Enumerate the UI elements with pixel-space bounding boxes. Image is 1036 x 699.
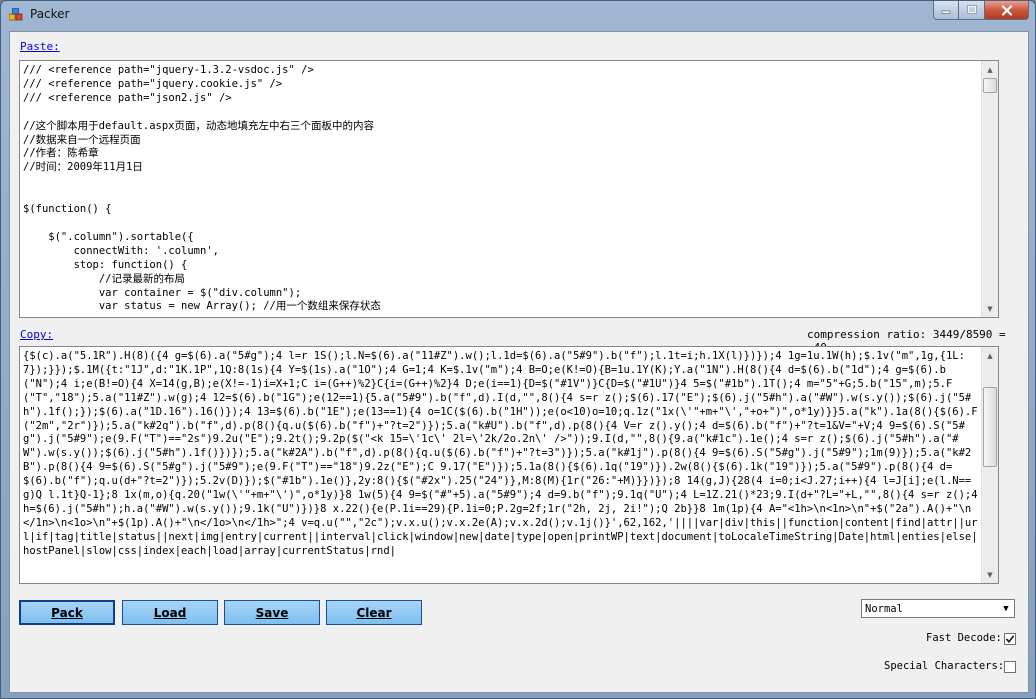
minimize-button[interactable]: [933, 1, 959, 20]
source-scrollbar[interactable]: ▲ ▼: [981, 61, 998, 317]
source-scroll-thumb[interactable]: [983, 78, 997, 93]
copy-link[interactable]: Copy:: [20, 328, 53, 341]
packed-code-text: {$(c).a("5.1R").H(8)({4 g=$(6).a("5#g");…: [23, 350, 978, 557]
code-line: //作者：陈希章: [23, 147, 99, 160]
scroll-up-icon[interactable]: ▲: [982, 347, 998, 364]
clear-button[interactable]: Clear: [326, 600, 422, 625]
source-textbox[interactable]: /// <reference path="jquery-1.3.2-vsdoc.…: [19, 60, 999, 318]
load-button[interactable]: Load: [122, 600, 218, 625]
check-icon: [1005, 635, 1015, 644]
source-code-text: /// <reference path="jquery-1.3.2-vsdoc.…: [23, 64, 978, 314]
close-button[interactable]: [985, 1, 1029, 20]
maximize-button[interactable]: [959, 1, 985, 20]
scroll-down-icon[interactable]: ▼: [982, 566, 998, 583]
title-bar[interactable]: Packer: [1, 1, 1035, 27]
code-line: $(function() {: [23, 203, 112, 216]
code-line: connectWith: '.column',: [23, 244, 219, 257]
output-scrollbar[interactable]: ▲ ▼: [981, 347, 998, 583]
special-characters-label: Special Characters:: [884, 660, 1005, 672]
caption-buttons: [933, 1, 1029, 20]
pack-button[interactable]: Pack: [19, 600, 115, 625]
paste-link[interactable]: Paste:: [20, 40, 60, 53]
code-line: //这个脚本用于default.aspx页面，动态地填充左中右三个面板中的内容: [23, 119, 375, 132]
fast-decode-checkbox[interactable]: [1004, 633, 1016, 645]
save-button[interactable]: Save: [224, 600, 320, 625]
code-line: /// <reference path="json2.js" />: [23, 91, 232, 104]
code-line: stop: function() {: [23, 258, 188, 271]
code-line: //时间：2009年11月1日: [23, 161, 143, 174]
scroll-up-icon[interactable]: ▲: [982, 61, 998, 78]
scroll-down-icon[interactable]: ▼: [982, 300, 998, 317]
app-icon: [9, 8, 23, 21]
output-scroll-thumb[interactable]: [983, 387, 997, 467]
code-line: //数据来自一个远程页面: [23, 133, 141, 146]
minimize-icon: [941, 10, 951, 14]
code-line: var status = new Array(); //用一个数组来保存状态: [23, 300, 381, 313]
app-window: Packer Paste: /// <reference path="jquer…: [0, 0, 1036, 699]
code-line: var container = $("div.column");: [23, 286, 302, 299]
close-icon: [1001, 4, 1012, 16]
output-textbox[interactable]: {$(c).a("5.1R").H(8)({4 g=$(6).a("5#g");…: [19, 346, 999, 584]
maximize-icon: [966, 5, 977, 14]
code-line: //记录最新的布局: [23, 272, 186, 285]
special-characters-checkbox[interactable]: [1004, 661, 1016, 673]
client-area: Paste: /// <reference path="jquery-1.3.2…: [9, 31, 1029, 693]
code-line: $(".column").sortable({: [23, 230, 194, 243]
code-line: /// <reference path="jquery-1.3.2-vsdoc.…: [23, 64, 314, 76]
chevron-down-icon[interactable]: ▼: [998, 600, 1014, 617]
window-title: Packer: [30, 7, 70, 21]
fast-decode-label: Fast Decode:: [926, 632, 1002, 644]
encoding-select[interactable]: Normal ▼: [861, 599, 1015, 618]
encoding-selected-value: Normal: [865, 602, 903, 615]
code-line: /// <reference path="jquery.cookie.js" /…: [23, 77, 283, 90]
